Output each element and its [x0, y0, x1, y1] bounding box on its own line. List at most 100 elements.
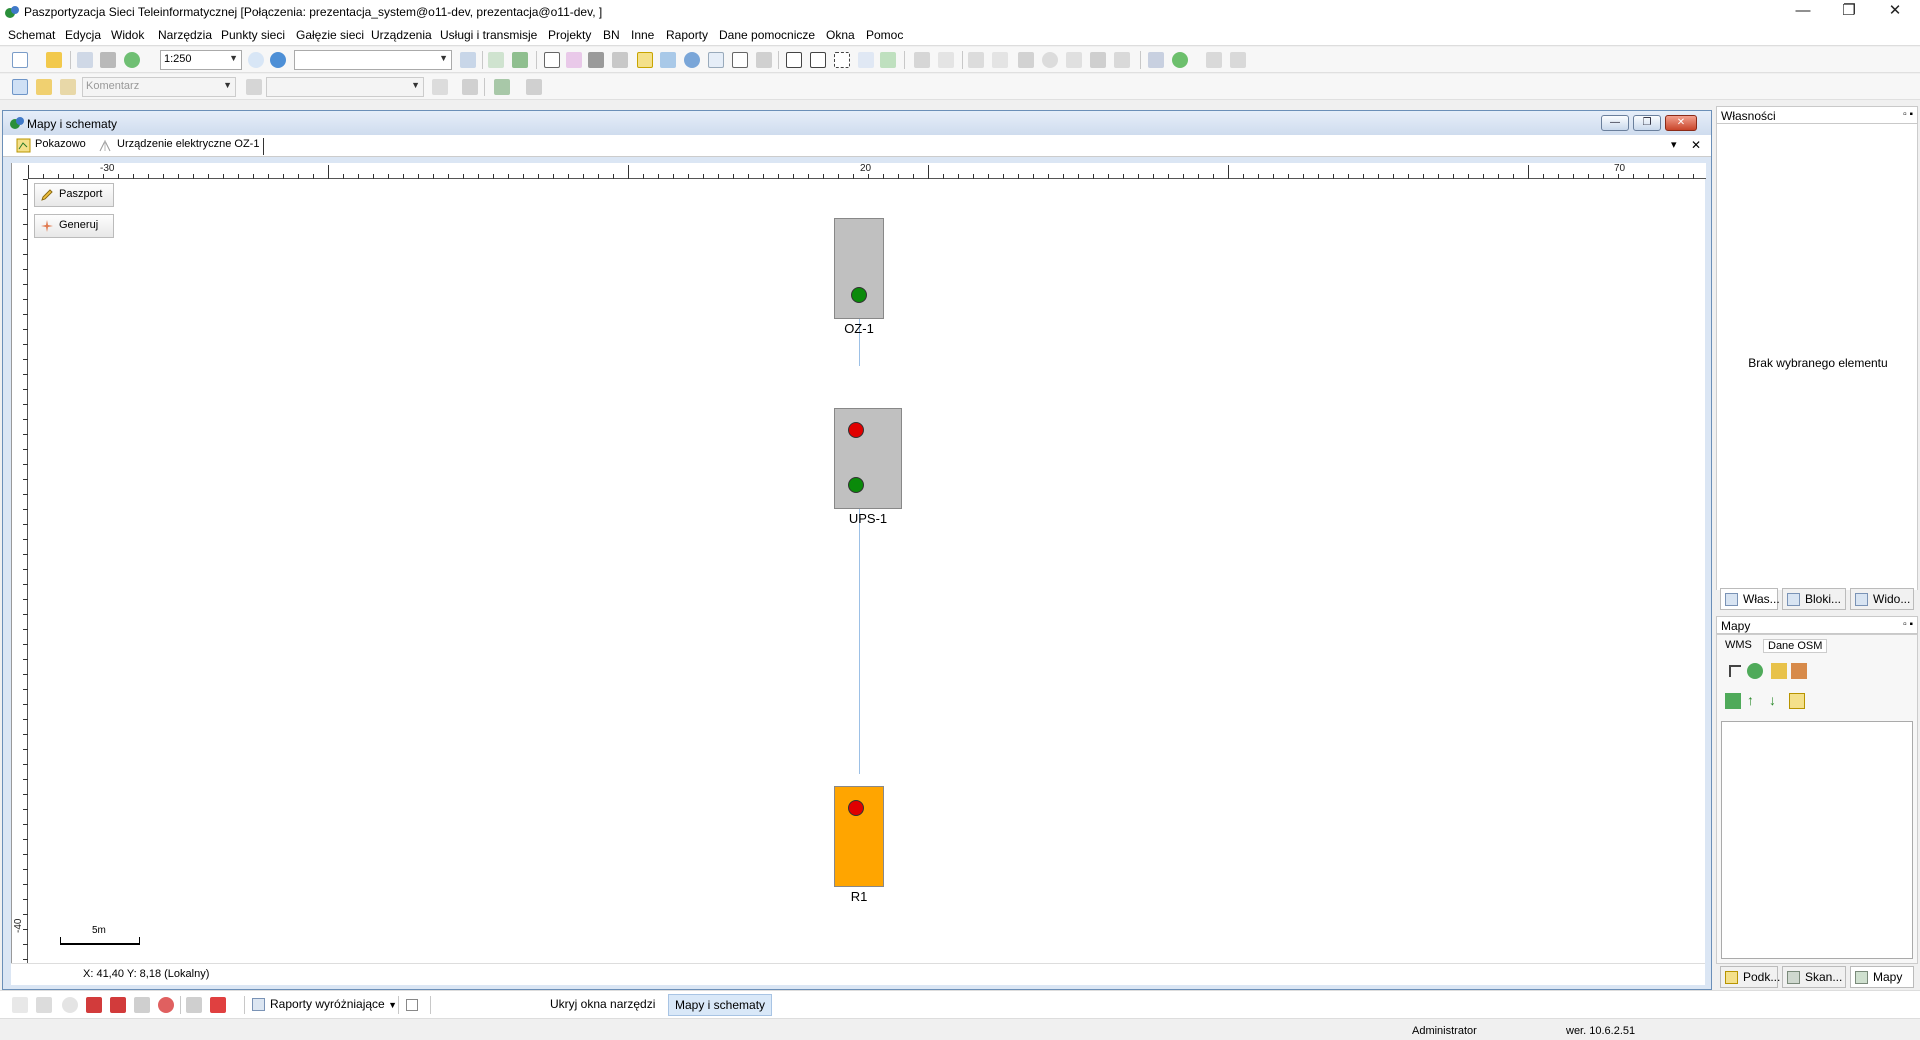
layer-icon[interactable] — [460, 52, 476, 68]
tab-wms[interactable]: WMS — [1725, 639, 1752, 651]
move-down-icon[interactable]: ↓ — [1769, 693, 1779, 709]
document-minimize-button[interactable]: — — [1601, 115, 1629, 131]
route-tool-icon[interactable] — [36, 997, 52, 1013]
add-map-icon[interactable] — [1725, 693, 1741, 709]
tab-bloki[interactable]: Bloki... — [1782, 588, 1846, 610]
map-icon[interactable] — [1789, 693, 1805, 709]
scheme-canvas[interactable]: -30 20 70 -40 Paszport Generuj OZ-1 UPS-… — [11, 163, 1706, 963]
scale-select[interactable]: 1:250 ▼ — [160, 50, 242, 70]
move-up-icon[interactable]: ↑ — [1747, 693, 1757, 709]
menu-narzedzia[interactable]: Narzędzia — [158, 28, 212, 42]
menu-bn[interactable]: BN — [603, 28, 620, 42]
point-tool-icon[interactable] — [62, 997, 78, 1013]
menu-okna[interactable]: Okna — [826, 28, 855, 42]
menu-uslugi-i-transmisje[interactable]: Usługi i transmisje — [440, 28, 537, 42]
edit-area-icon[interactable] — [134, 997, 150, 1013]
frame-icon[interactable] — [612, 52, 628, 68]
person-add-icon[interactable] — [1230, 52, 1246, 68]
new-document-icon[interactable] — [12, 52, 28, 68]
device-oz-1[interactable] — [834, 218, 884, 319]
red-stop-icon[interactable] — [86, 997, 102, 1013]
object-search-select[interactable]: ▼ — [294, 50, 452, 70]
document-close-button[interactable]: ✕ — [1665, 115, 1697, 131]
close-tab-icon[interactable]: ✕ — [1691, 138, 1701, 152]
route-icon[interactable] — [1148, 52, 1164, 68]
option-checkbox[interactable] — [406, 999, 418, 1011]
menu-widok[interactable]: Widok — [111, 28, 144, 42]
tab-skany[interactable]: Skan... — [1782, 966, 1846, 988]
refresh-icon[interactable] — [124, 52, 140, 68]
align-left-icon[interactable] — [786, 52, 802, 68]
layer-dropdown-icon[interactable] — [494, 79, 510, 95]
alert-icon[interactable] — [158, 997, 174, 1013]
grid-select-icon[interactable] — [544, 52, 560, 68]
maps-and-schemes-taskbar-button[interactable]: Mapy i schematy — [668, 994, 773, 1016]
menu-galezie-sieci[interactable]: Gałęzie sieci — [296, 28, 364, 42]
red-record-icon[interactable] — [110, 997, 126, 1013]
comment-select[interactable]: Komentarz ▼ — [82, 77, 236, 97]
device-r1[interactable] — [834, 786, 884, 887]
table-icon[interactable] — [708, 52, 724, 68]
image-icon[interactable] — [660, 52, 676, 68]
menu-raporty[interactable]: Raporty — [666, 28, 708, 42]
minimize-window-button[interactable]: — — [1780, 0, 1826, 24]
map-icon[interactable] — [637, 52, 653, 68]
device-ups-1[interactable] — [834, 408, 902, 509]
align-top-icon[interactable] — [810, 52, 826, 68]
paszport-button[interactable]: Paszport — [34, 183, 114, 207]
tab-urzadzenie-elektryczne-oz-1[interactable]: Urządzenie elektryczne OZ-1 — [95, 138, 265, 155]
menu-punkty-sieci[interactable]: Punkty sieci — [221, 28, 285, 42]
person-icon[interactable] — [1206, 52, 1222, 68]
add-globe-icon[interactable] — [1747, 663, 1763, 679]
line-tool-icon[interactable] — [12, 997, 28, 1013]
pencil-edit-icon[interactable] — [60, 79, 76, 95]
dotted-grid-icon[interactable] — [566, 52, 582, 68]
copy-icon[interactable] — [488, 52, 504, 68]
binoculars-icon[interactable] — [588, 52, 604, 68]
search-icon[interactable] — [270, 52, 286, 68]
tab-dane-osm[interactable]: Dane OSM — [1763, 639, 1828, 653]
close-window-button[interactable]: ✕ — [1872, 0, 1918, 24]
menu-projekty[interactable]: Projekty — [548, 28, 591, 42]
resize-icon[interactable] — [834, 52, 850, 68]
map-layer-icon[interactable] — [512, 52, 528, 68]
pin-icon[interactable]: ▫ ▪ — [1903, 619, 1913, 630]
network-globe-icon[interactable] — [1172, 52, 1188, 68]
menu-pomoc[interactable]: Pomoc — [866, 28, 903, 42]
calendar-grid-icon[interactable] — [732, 52, 748, 68]
menu-urzadzenia[interactable]: Urządzenia — [371, 28, 432, 42]
menu-dane-pomocnicze[interactable]: Dane pomocnicze — [719, 28, 815, 42]
attribute-select[interactable]: ▼ — [266, 77, 424, 97]
pin-icon[interactable]: ▫ ▪ — [1903, 109, 1913, 120]
map-layers-list[interactable] — [1721, 721, 1913, 959]
distribute-icon[interactable] — [858, 52, 874, 68]
tab-podkady[interactable]: Podk... — [1720, 966, 1780, 988]
hide-tool-windows-button[interactable]: Ukryj okna narzędzi — [550, 997, 655, 1011]
open-folder-icon[interactable] — [46, 52, 62, 68]
pencil-icon[interactable] — [36, 79, 52, 95]
print-icon[interactable] — [100, 52, 116, 68]
tab-pokazowo[interactable]: Pokazowo — [13, 138, 86, 155]
edit-layer-icon[interactable] — [1771, 663, 1787, 679]
generuj-button[interactable]: Generuj — [34, 214, 114, 238]
document-restore-button[interactable]: ❐ — [1633, 115, 1661, 131]
restore-window-button[interactable]: ❐ — [1826, 0, 1872, 24]
menu-inne[interactable]: Inne — [631, 28, 654, 42]
tab-mapy[interactable]: Mapy — [1850, 966, 1914, 988]
menu-schemat[interactable]: Schemat — [8, 28, 55, 42]
remove-layer-icon[interactable] — [1791, 663, 1807, 679]
delete-dropdown-icon[interactable] — [210, 997, 226, 1013]
fit-icon[interactable] — [880, 52, 896, 68]
tabs-dropdown-icon[interactable]: ▾ — [1671, 138, 1677, 151]
select-corner-icon[interactable] — [1729, 665, 1741, 677]
preview-icon[interactable] — [77, 52, 93, 68]
globe-icon[interactable] — [684, 52, 700, 68]
pointer-icon[interactable] — [12, 79, 28, 95]
zoom-icon[interactable] — [248, 52, 264, 68]
tab-widok[interactable]: Wido... — [1850, 588, 1914, 610]
reports-dropdown-button[interactable]: Raporty wyróżniające ▼ — [252, 995, 397, 1015]
tab-wlasnosci[interactable]: Włas... — [1720, 588, 1780, 610]
layout-icon[interactable] — [756, 52, 772, 68]
grid-tool-icon[interactable] — [186, 997, 202, 1013]
menu-edycja[interactable]: Edycja — [65, 28, 101, 42]
